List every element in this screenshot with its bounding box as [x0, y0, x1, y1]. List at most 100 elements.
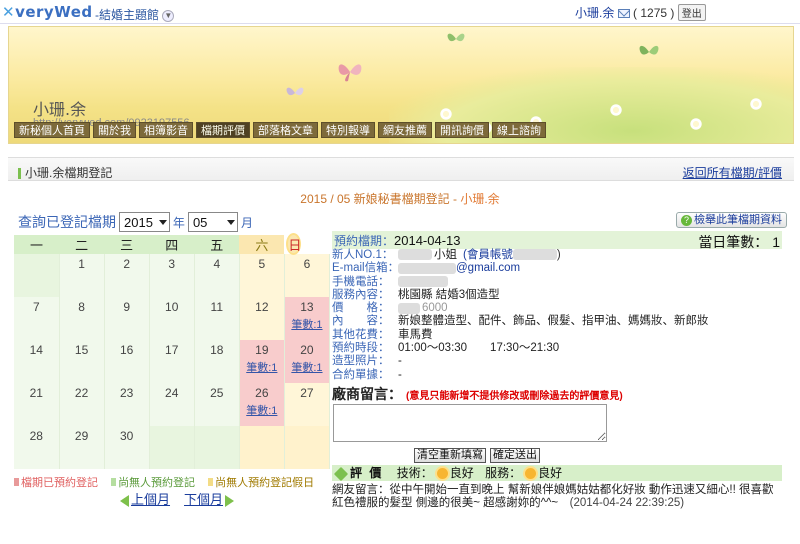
detail-value: 6000 [422, 302, 448, 315]
calendar-day[interactable]: 17 [149, 340, 195, 383]
day-number: 2 [123, 257, 130, 271]
booking-count-link[interactable]: 筆數:1 [240, 402, 284, 418]
redacted-field [512, 249, 557, 261]
day-number: 28 [29, 429, 43, 443]
detail-row: 合約單據： - [332, 369, 782, 382]
booking-count-link[interactable]: 筆數:1 [240, 359, 284, 375]
calendar-day[interactable]: 23 [104, 383, 150, 426]
back-to-all-link[interactable]: 返回所有檔期/評價 [683, 164, 782, 181]
calendar-day[interactable]: 7 [14, 297, 60, 340]
nav-tab[interactable]: 線上諮詢 [492, 122, 546, 138]
detail-row: 其他花費： 車馬費 [332, 329, 782, 342]
calendar-day [149, 426, 195, 469]
calendar-day[interactable]: 1 [59, 254, 105, 297]
calendar-day[interactable]: 4 [194, 254, 240, 297]
detail-value: - [398, 355, 402, 368]
calendar-day[interactable]: 22 [59, 383, 105, 426]
day-number: 9 [123, 300, 130, 314]
mail-icon[interactable] [617, 9, 630, 19]
detail-value: 車馬費 [398, 328, 433, 341]
day-number: 20 [300, 343, 314, 357]
calendar-day[interactable]: 12 [239, 297, 285, 340]
calendar-day[interactable]: 28 [14, 426, 60, 469]
calendar-day[interactable]: 10 [149, 297, 195, 340]
calendar-day[interactable]: 21 [14, 383, 60, 426]
member-account-link[interactable]: (會員帳號 [463, 249, 513, 261]
detail-header: 預約檔期：2014-04-13 當日筆數： 1 [332, 231, 782, 250]
calendar-week: 7 8 9 10 11 12 13 筆數:1 [14, 297, 331, 340]
calendar-day[interactable]: 2 [104, 254, 150, 297]
nav-tab[interactable]: 相簿影音 [139, 122, 193, 138]
detail-value: 01:00～03:30 17:30～21:30 [398, 342, 560, 355]
calendar-day [239, 426, 285, 469]
day-number: 12 [255, 300, 269, 314]
nav-tab[interactable]: 關於我 [93, 122, 136, 138]
calendar-day[interactable]: 16 [104, 340, 150, 383]
calendar-day[interactable]: 27 [284, 383, 331, 426]
calendar-day[interactable]: 18 [194, 340, 240, 383]
day-number: 5 [258, 257, 266, 271]
clear-button[interactable]: 清空重新填寫 [414, 447, 486, 463]
nav-tab[interactable]: 部落格文章 [253, 122, 318, 138]
flower-decor [749, 97, 763, 111]
arrow-right-icon [225, 494, 235, 507]
calendar-day[interactable]: 25 [194, 383, 240, 426]
calendar-day[interactable]: 14 [14, 340, 60, 383]
month-unit: 月 [240, 215, 253, 230]
legend-free-holiday: 尚無人預約登記假日 [208, 477, 314, 489]
day-number: 27 [300, 386, 314, 400]
review-bar: 評 價 技術： 良好 服務： 良好 [332, 464, 782, 481]
day-number: 11 [210, 300, 224, 314]
calendar-day[interactable]: 24 [149, 383, 195, 426]
detail-label: 造型照片： [332, 355, 390, 368]
detail-label: 其他花費： [332, 328, 390, 341]
calendar-day[interactable]: 29 [59, 426, 105, 469]
day-number: 26 [255, 386, 269, 400]
next-month-link[interactable]: 下個月 [184, 489, 235, 508]
calendar-day[interactable]: 5 [239, 254, 285, 297]
year-select[interactable]: 2015 [119, 212, 170, 232]
calendar-day[interactable]: 11 [194, 297, 240, 340]
review-text: 網友留言：從中午開始一直到晚上 幫新娘伴娘媽姑姑都化好妝 動作迅速又細心!! 很… [332, 483, 774, 509]
calendar-day[interactable]: 15 [59, 340, 105, 383]
detail-label: E-mail信箱： [332, 262, 400, 275]
calendar-day[interactable]: 20 筆數:1 [284, 340, 331, 383]
vendor-message-input[interactable] [333, 403, 607, 442]
mail-count: ( 1275 ) [633, 6, 675, 20]
detail-row: 價 格： 6000 [332, 302, 782, 315]
detail-row: E-mail信箱： @gmail.com [332, 262, 782, 275]
email-link[interactable]: @gmail.com [456, 262, 520, 274]
weekday-header: 二 [59, 235, 105, 254]
prev-month-link[interactable]: 上個月 [120, 489, 170, 508]
top-bar: ✕veryWed -結婚主題館 ▼ 小珊.余 ( 1275 ) 登出 [0, 0, 800, 24]
pencil-icon [333, 466, 349, 481]
day-number: 18 [210, 343, 224, 357]
submit-button[interactable]: 確定送出 [490, 447, 540, 463]
calendar-day[interactable]: 26 筆數:1 [239, 383, 285, 426]
report-booking-button[interactable]: ? 檢舉此筆檔期資料 [676, 212, 787, 228]
calendar-day[interactable]: 30 [104, 426, 150, 469]
booking-count-link[interactable]: 筆數:1 [285, 359, 329, 375]
user-name-link[interactable]: 小珊.余 [575, 6, 614, 20]
nav-tab[interactable]: 開訊詢價 [435, 122, 489, 138]
query-label: 查詢已登記檔期 [18, 214, 116, 230]
logout-button[interactable]: 登出 [677, 4, 706, 21]
calendar-day[interactable]: 6 [284, 254, 331, 297]
nav-tab[interactable]: 檔期評價 [196, 122, 250, 138]
calendar-day[interactable]: 19 筆數:1 [239, 340, 285, 383]
nav-tab[interactable]: 網友推薦 [378, 122, 432, 138]
weekday-header: 日 [288, 235, 301, 253]
calendar-day[interactable]: 13 筆數:1 [284, 297, 331, 340]
calendar-day[interactable]: 8 [59, 297, 105, 340]
verywed-logo[interactable]: ✕veryWed [2, 3, 93, 21]
arrow-left-icon [120, 494, 129, 507]
month-select[interactable]: 05 [187, 212, 238, 232]
calendar-day[interactable]: 9 [104, 297, 150, 340]
calendar-day[interactable]: 3 [149, 254, 195, 297]
nav-tab[interactable]: 新秘個人首頁 [14, 122, 90, 138]
booking-count-link[interactable]: 筆數:1 [285, 316, 329, 332]
themes-menu[interactable]: -結婚主題館 ▼ [95, 6, 175, 23]
day-number: 1 [78, 257, 85, 271]
nav-tab[interactable]: 特別報導 [321, 122, 375, 138]
day-number: 22 [74, 386, 89, 400]
